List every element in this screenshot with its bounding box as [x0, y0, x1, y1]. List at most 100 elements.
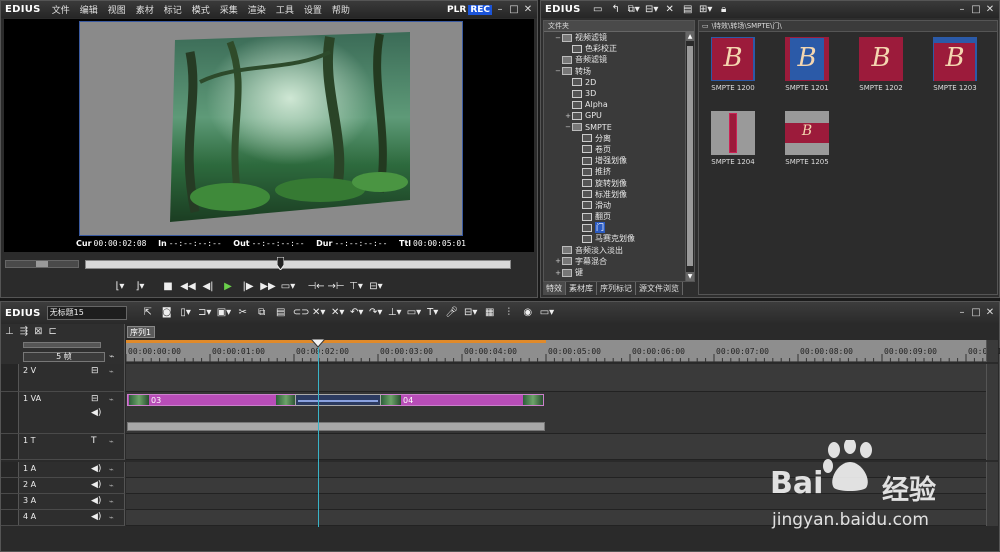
expand-icon[interactable]: +	[554, 269, 562, 277]
apply-icon[interactable]: ⊟▾	[645, 4, 659, 16]
collapse-icon[interactable]: −	[564, 123, 572, 131]
sync-icon[interactable]: ⌁	[109, 437, 114, 446]
project-name[interactable]: 无标题15	[46, 306, 127, 320]
stop-icon[interactable]: ■	[159, 278, 177, 294]
lock-icon[interactable]: 🔒︎	[717, 4, 731, 16]
tree-item[interactable]: 色彩校正	[544, 43, 694, 54]
sync-icon[interactable]: ⌁	[109, 481, 114, 490]
ruler-scroll[interactable]	[986, 340, 998, 362]
track-header[interactable]: 4 A ◀) ⌁	[1, 510, 125, 526]
step-back-icon[interactable]: ◀|	[199, 278, 217, 294]
rewind-icon[interactable]: ◀◀	[179, 278, 197, 294]
minimize-icon[interactable]: –	[494, 4, 506, 16]
menu-view[interactable]: 视图	[103, 3, 131, 16]
tl-minimize-icon[interactable]: –	[956, 307, 968, 319]
info-icon[interactable]: ◉	[521, 306, 535, 320]
bin-minimize-icon[interactable]: –	[956, 4, 968, 16]
export-timeline-icon[interactable]: ⊟▾	[464, 306, 478, 320]
speaker-icon[interactable]: ◀)	[91, 496, 101, 506]
effect-thumbnail[interactable]: SMPTE 1204	[711, 111, 755, 166]
insert-mode-icon[interactable]: ⊥	[5, 326, 14, 337]
layout-icon[interactable]: ▭▾	[540, 306, 554, 320]
copy-clip-icon[interactable]: ⧉	[255, 306, 269, 320]
add-cut-icon[interactable]: ⊥▾	[388, 306, 402, 320]
timeline-cursor[interactable]	[318, 339, 319, 527]
marker-icon[interactable]: ▭▾	[407, 306, 421, 320]
tree-scroll-thumb[interactable]	[687, 46, 693, 266]
menu-capture[interactable]: 采集	[215, 3, 243, 16]
play-icon[interactable]: ▶	[219, 278, 237, 294]
undo-icon[interactable]: ↶▾	[350, 306, 364, 320]
delete-icon[interactable]: ✕	[663, 4, 677, 16]
sync-icon[interactable]: ⌁	[109, 395, 114, 404]
delete-clip-icon[interactable]: ✕▾	[312, 306, 326, 320]
tree-item[interactable]: − 视频滤镜	[544, 32, 694, 43]
folder-icon[interactable]: ▭	[591, 4, 605, 16]
position-head-icon[interactable]	[277, 257, 284, 270]
zoom-level[interactable]: 5 帧	[23, 352, 105, 362]
tree-item[interactable]: + 字幕混合	[544, 256, 694, 267]
tree-item[interactable]: 3D	[544, 88, 694, 99]
effect-thumbnail[interactable]: B SMPTE 1205	[785, 111, 829, 166]
video-track-icon[interactable]: ⊟	[91, 394, 99, 404]
zoom-slider[interactable]	[23, 342, 101, 348]
menu-marker[interactable]: 标记	[159, 3, 187, 16]
multicam-icon[interactable]: ▦	[483, 306, 497, 320]
scroll-down-icon[interactable]: ▼	[686, 272, 694, 281]
zoom-toggle-icon[interactable]: ⌁	[109, 352, 114, 362]
transition-clip[interactable]	[295, 394, 381, 406]
effect-thumbnail[interactable]: B SMPTE 1203	[933, 37, 977, 92]
track-header[interactable]: 3 A ◀) ⌁	[1, 494, 125, 510]
close-icon[interactable]: ✕	[522, 4, 534, 16]
sync-icon[interactable]: ⌁	[109, 513, 114, 522]
scroll-up-icon[interactable]: ▲	[686, 32, 694, 41]
tree-item[interactable]: 卷页	[544, 144, 694, 155]
paste-icon[interactable]: ▤	[274, 306, 288, 320]
tree-item[interactable]: Alpha	[544, 99, 694, 110]
tl-maximize-icon[interactable]: □	[970, 307, 982, 319]
track-resize-handle[interactable]	[986, 392, 998, 434]
speaker-icon[interactable]: ◀)	[91, 480, 101, 490]
ripple-mode-icon[interactable]: ⇶	[20, 326, 28, 337]
mode-icon[interactable]: ⇱	[141, 306, 155, 320]
loop-icon[interactable]: ▭▾	[279, 278, 297, 294]
track-header[interactable]: 2 V ⊟ ⌁	[1, 364, 125, 392]
tree-item[interactable]: 标准划像	[544, 189, 694, 200]
menu-mode[interactable]: 模式	[187, 3, 215, 16]
snapshot-icon[interactable]: ◙	[160, 306, 174, 320]
track-patch[interactable]	[1, 510, 19, 525]
tree-item[interactable]: 增强划像	[544, 155, 694, 166]
mixer-icon[interactable]: ⫶	[502, 306, 516, 320]
up-folder-icon[interactable]: ↰	[609, 4, 623, 16]
bin-close-icon[interactable]: ✕	[984, 4, 996, 16]
track-header[interactable]: 1 T T ⌁	[1, 434, 125, 460]
track-patch[interactable]	[1, 392, 19, 433]
timeline-clip[interactable]: 04	[379, 394, 544, 406]
expand-icon[interactable]: +	[564, 112, 572, 120]
new-project-icon[interactable]: ▯▾	[179, 306, 193, 320]
redo-icon[interactable]: ↷▾	[369, 306, 383, 320]
insert-icon[interactable]: ⊣←	[307, 278, 325, 294]
timeline-ruler[interactable]: 00:00:00:00 00:00:01:00 00:00:02:00 00:00:0…	[126, 340, 1000, 362]
track-patch[interactable]	[1, 434, 19, 459]
track-lane[interactable]	[126, 364, 986, 392]
sequence-tab[interactable]: 序列1	[127, 326, 155, 338]
export-icon[interactable]: ⊟▾	[367, 278, 385, 294]
sync-lock-icon[interactable]: ⊠	[34, 326, 42, 337]
speaker-icon[interactable]: ◀)	[91, 408, 101, 418]
view-mode-icon[interactable]: ⊞▾	[699, 4, 713, 16]
menu-clip[interactable]: 素材	[131, 3, 159, 16]
tab-effects[interactable]: 特效	[543, 282, 566, 295]
track-header[interactable]: 1 A ◀) ⌁	[1, 462, 125, 478]
menu-help[interactable]: 帮助	[327, 3, 355, 16]
effect-thumbnail[interactable]: B SMPTE 1200	[711, 37, 755, 92]
save-project-icon[interactable]: ▣▾	[217, 306, 231, 320]
tree-item[interactable]: 门	[544, 222, 694, 234]
tree-item[interactable]: + GPU	[544, 110, 694, 121]
cut-icon[interactable]: ✂	[236, 306, 250, 320]
track-header[interactable]: 1 VA ⊟ ⌁ ◀)	[1, 392, 125, 434]
tree-item[interactable]: + 键	[544, 267, 694, 278]
tree-item[interactable]: 音频淡入淡出	[544, 245, 694, 256]
expand-icon[interactable]: +	[554, 257, 562, 265]
track-patch[interactable]	[1, 364, 19, 391]
